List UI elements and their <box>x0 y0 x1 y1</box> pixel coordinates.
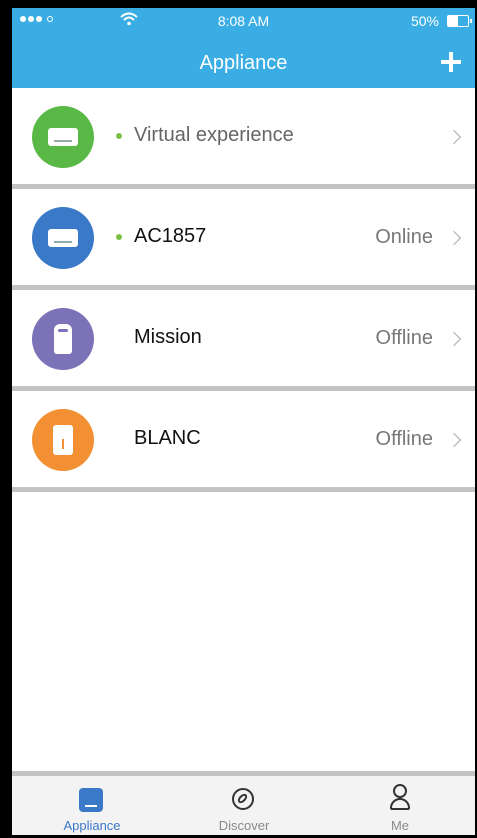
chevron-right-icon <box>446 129 462 145</box>
battery-percent: 50% <box>410 13 439 29</box>
appliance-name: AC1857 <box>134 225 207 247</box>
chevron-right-icon <box>446 230 462 246</box>
air-purifier-icon <box>32 308 94 370</box>
appliance-item-virtual-experience[interactable]: Virtual experience <box>12 88 475 189</box>
appliance-status: Online <box>375 226 433 248</box>
status-time: 8:08 AM <box>217 13 270 29</box>
battery-icon <box>447 15 472 27</box>
tab-label: Discover <box>218 818 270 833</box>
online-dot <box>116 234 122 240</box>
appliance-name: Mission <box>134 326 202 348</box>
air-conditioner-icon <box>32 207 94 269</box>
appliance-item-blanc[interactable]: BLANC Offline <box>12 391 475 492</box>
add-appliance-button[interactable] <box>441 52 461 72</box>
top-bar: 8:08 AM 50% Appliance <box>12 8 475 88</box>
heater-icon <box>32 409 94 471</box>
page-title: Appliance <box>199 52 288 74</box>
chevron-right-icon <box>446 331 462 347</box>
tab-label: Me <box>390 818 410 833</box>
tab-discover[interactable]: Discover <box>184 780 304 835</box>
air-conditioner-icon <box>79 788 103 812</box>
online-dot <box>116 133 122 139</box>
status-bar: 8:08 AM 50% <box>12 8 475 34</box>
tab-label: Appliance <box>63 818 121 833</box>
person-icon <box>390 784 410 810</box>
tab-bar: Appliance Discover Me <box>12 771 475 835</box>
appliance-item-ac1857[interactable]: AC1857 Online <box>12 189 475 290</box>
appliance-item-mission[interactable]: Mission Offline <box>12 290 475 391</box>
chevron-right-icon <box>446 432 462 448</box>
air-conditioner-icon <box>32 106 94 168</box>
appliance-name: BLANC <box>134 427 201 449</box>
phone-screen: 8:08 AM 50% Appliance Virtual experience… <box>12 8 475 835</box>
appliance-status: Offline <box>375 428 433 450</box>
appliance-status: Offline <box>375 327 433 349</box>
tab-appliance[interactable]: Appliance <box>32 780 152 835</box>
tab-me[interactable]: Me <box>340 780 460 835</box>
appliance-list: Virtual experience AC1857 Online Mission… <box>12 88 475 492</box>
compass-icon <box>232 788 254 810</box>
appliance-name: Virtual experience <box>134 124 294 146</box>
